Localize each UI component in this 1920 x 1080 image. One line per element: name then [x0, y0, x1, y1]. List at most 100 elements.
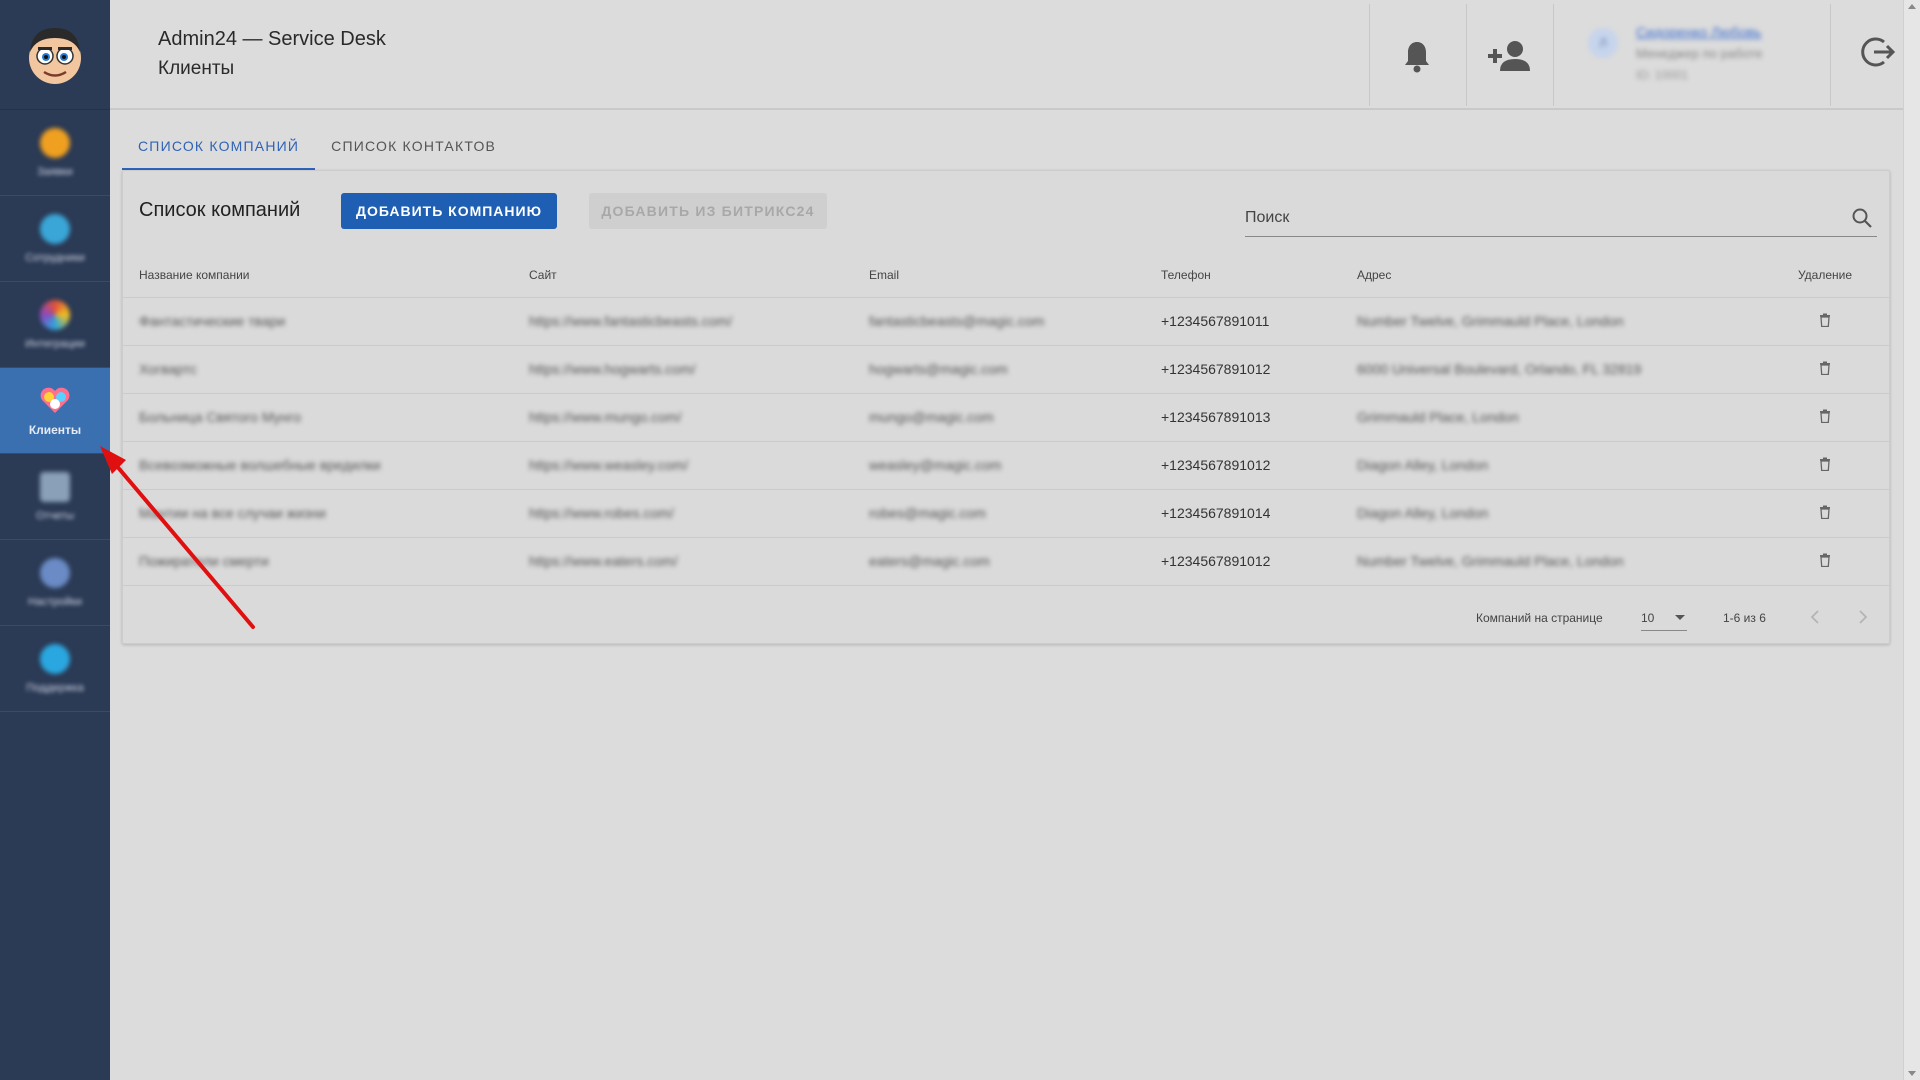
card-title: Список компаний — [139, 199, 301, 221]
search-field — [1245, 201, 1877, 237]
delete-cell — [1761, 489, 1889, 538]
search-input[interactable] — [1245, 201, 1835, 235]
settings-icon — [40, 557, 70, 588]
search-icon[interactable] — [1851, 207, 1873, 229]
chevron-left-icon — [1810, 610, 1819, 624]
column-header-email[interactable]: Email — [853, 253, 1145, 298]
rows-per-page-label: Компаний на странице — [1476, 611, 1603, 625]
top-header: Admin24 — Service Desk Клиенты Л Сидорен… — [110, 0, 1903, 110]
email-cell: robes@magic.com — [853, 489, 1145, 538]
app-title: Admin24 — Service Desk — [158, 28, 386, 50]
site-cell[interactable]: https://www.mungo.com/ — [513, 393, 853, 442]
trash-icon[interactable] — [1819, 313, 1831, 327]
table-row[interactable]: Фантастические твари https://www.fantast… — [123, 297, 1889, 346]
delete-cell — [1761, 297, 1889, 346]
header-divider — [1553, 4, 1554, 106]
scroll-down-icon[interactable] — [1908, 1071, 1916, 1076]
address-cell: 6000 Universal Boulevard, Orlando, FL 32… — [1341, 345, 1761, 394]
site-cell[interactable]: https://www.hogwarts.com/ — [513, 345, 853, 394]
trash-icon[interactable] — [1819, 505, 1831, 519]
sidebar-item-label: Поддержка — [26, 681, 84, 694]
table-row[interactable]: Хогвартс https://www.hogwarts.com/ hogwa… — [123, 345, 1889, 394]
column-header-phone[interactable]: Телефон — [1145, 253, 1341, 298]
sidebar-item-integrations[interactable]: Интеграции — [0, 282, 110, 368]
sidebar-item-label: Сотрудники — [25, 251, 85, 264]
pagination-range: 1-6 из 6 — [1723, 611, 1766, 625]
company-name-cell[interactable]: Всевозможные волшебные вредилки — [123, 441, 513, 490]
column-header-address[interactable]: Адрес — [1341, 253, 1761, 298]
sidebar-item-label: Настройки — [28, 595, 82, 608]
phone-cell: +1234567891012 — [1145, 345, 1341, 394]
notifications-button[interactable] — [1389, 28, 1445, 84]
add-user-icon — [1488, 41, 1530, 71]
tab-contacts[interactable]: Список контактов — [315, 126, 512, 170]
logo-avatar[interactable] — [0, 0, 110, 110]
tab-companies[interactable]: Список компаний — [122, 126, 316, 170]
scroll-up-icon[interactable] — [1908, 4, 1916, 9]
email-cell: fantasticbeasts@magic.com — [853, 297, 1145, 346]
delete-cell — [1761, 441, 1889, 490]
previous-page-button[interactable] — [1803, 605, 1827, 629]
site-cell[interactable]: https://www.fantasticbeasts.com/ — [513, 297, 853, 346]
address-cell: Number Twelve, Grimmauld Place, London — [1341, 537, 1761, 586]
phone-cell: +1234567891011 — [1145, 297, 1341, 346]
trash-icon[interactable] — [1819, 361, 1831, 375]
site-cell[interactable]: https://www.weasley.com/ — [513, 441, 853, 490]
address-cell: Diagon Alley, London — [1341, 489, 1761, 538]
sidebar-item-employees[interactable]: Сотрудники — [0, 196, 110, 282]
column-header-site[interactable]: Сайт — [513, 253, 853, 298]
table-row[interactable]: Пожиратели смерти https://www.eaters.com… — [123, 537, 1889, 586]
column-header-delete: Удаление — [1761, 253, 1889, 298]
tickets-icon — [40, 127, 70, 158]
email-cell: weasley@magic.com — [853, 441, 1145, 490]
company-name-cell[interactable]: Мантии на все случаи жизни — [123, 489, 513, 538]
address-cell: Number Twelve, Grimmauld Place, London — [1341, 297, 1761, 346]
trash-icon[interactable] — [1819, 409, 1831, 423]
phone-cell: +1234567891014 — [1145, 489, 1341, 538]
sidebar-item-settings[interactable]: Настройки — [0, 540, 110, 626]
sidebar-item-tickets[interactable]: Заявки — [0, 110, 110, 196]
employees-icon — [40, 213, 70, 244]
sidebar-item-label: Клиенты — [28, 422, 82, 437]
add-user-button[interactable] — [1481, 28, 1537, 84]
trash-icon[interactable] — [1819, 457, 1831, 471]
header-divider — [1369, 4, 1370, 106]
company-name-cell[interactable]: Фантастические твари — [123, 297, 513, 346]
address-cell: Grimmauld Place, London — [1341, 393, 1761, 442]
header-divider — [1830, 4, 1831, 106]
sidebar-item-support[interactable]: Поддержка — [0, 626, 110, 712]
email-cell: hogwarts@magic.com — [853, 345, 1145, 394]
support-icon — [40, 643, 70, 674]
table-row[interactable]: Мантии на все случаи жизни https://www.r… — [123, 489, 1889, 538]
site-cell[interactable]: https://www.eaters.com/ — [513, 537, 853, 586]
company-name-cell[interactable]: Больница Святого Мунго — [123, 393, 513, 442]
trash-icon[interactable] — [1819, 553, 1831, 567]
address-cell: Diagon Alley, London — [1341, 441, 1761, 490]
table-row[interactable]: Больница Святого Мунго https://www.mungo… — [123, 393, 1889, 442]
rows-per-page-value: 10 — [1641, 611, 1655, 625]
sidebar-item-clients[interactable]: Клиенты — [0, 368, 110, 454]
column-header-name[interactable]: Название компании — [123, 253, 513, 298]
page-scrollbar[interactable] — [1903, 0, 1920, 1080]
sidebar: Заявки Сотрудники Интеграции Клиенты Отч… — [0, 0, 110, 1080]
sidebar-item-reports[interactable]: Отчеты — [0, 454, 110, 540]
logout-button[interactable] — [1850, 24, 1906, 80]
add-from-bitrix-button: Добавить из Битрикс24 — [589, 193, 827, 229]
reports-icon — [40, 471, 70, 502]
caret-down-icon — [1675, 615, 1685, 620]
company-name-cell[interactable]: Пожиратели смерти — [123, 537, 513, 586]
add-company-button[interactable]: Добавить компанию — [341, 193, 557, 229]
user-name-link[interactable]: Сидоренко Любовь — [1636, 24, 1761, 40]
site-cell[interactable]: https://www.robes.com/ — [513, 489, 853, 538]
companies-table: Название компании Сайт Email Телефон Адр… — [123, 253, 1889, 586]
table-row[interactable]: Всевозможные волшебные вредилки https://… — [123, 441, 1889, 490]
email-cell: mungo@magic.com — [853, 393, 1145, 442]
sidebar-item-label: Заявки — [37, 165, 73, 178]
next-page-button[interactable] — [1851, 605, 1875, 629]
chevron-right-icon — [1859, 610, 1868, 624]
rows-per-page-select[interactable]: 10 — [1641, 603, 1687, 631]
company-name-cell[interactable]: Хогвартс — [123, 345, 513, 394]
table-pagination: Компаний на странице 10 1-6 из 6 — [123, 589, 1889, 645]
page-title: Клиенты — [158, 58, 235, 79]
logout-icon — [1861, 37, 1896, 67]
